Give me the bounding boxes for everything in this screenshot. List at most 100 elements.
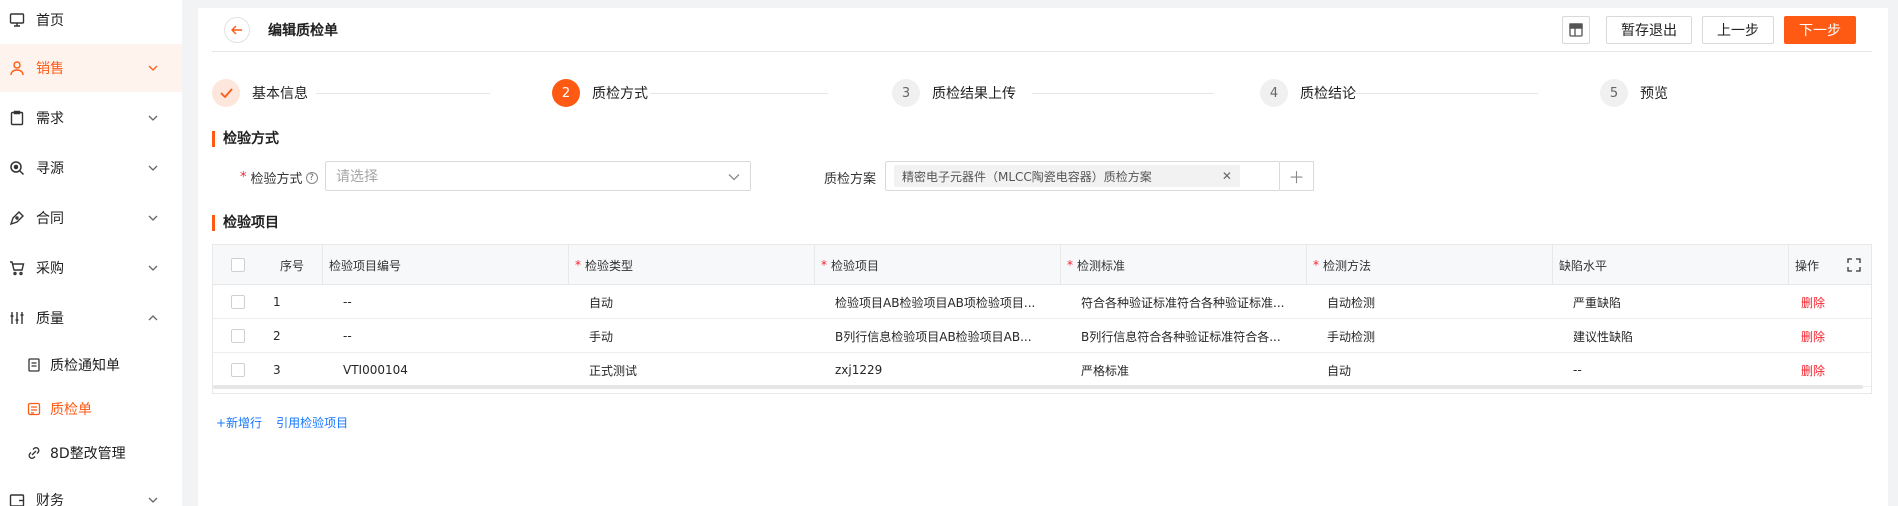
sidebar-item-label: 合同 xyxy=(36,211,64,227)
add-scheme-button[interactable]: ＋ xyxy=(1280,161,1314,191)
cell-code: VTI000104 xyxy=(343,363,408,377)
layout-toggle-button[interactable] xyxy=(1562,16,1590,44)
row-checkbox[interactable] xyxy=(231,295,245,309)
cell-type: 自动 xyxy=(589,295,614,310)
cell-item: B列行信息检验项目AB检验项目AB... xyxy=(835,329,1032,344)
row-checkbox[interactable] xyxy=(231,329,245,343)
save-exit-button[interactable]: 暂存退出 xyxy=(1606,16,1692,44)
sidebar-subitem-inspection-sheet[interactable]: 质检单 xyxy=(0,389,182,429)
step-conclusion[interactable]: 4 质检结论 xyxy=(1260,76,1356,110)
column-header-item: * 检验项目 xyxy=(815,245,1061,285)
close-icon[interactable]: ✕ xyxy=(1222,169,1232,183)
page-title: 编辑质检单 xyxy=(268,22,338,39)
cell-standard: B列行信息符合各种验证标准符合各... xyxy=(1081,329,1281,344)
sidebar-item-quality[interactable]: 质量 xyxy=(0,294,182,342)
step-connector xyxy=(1032,93,1214,94)
user-icon xyxy=(8,59,26,77)
sidebar-item-label: 质量 xyxy=(36,311,64,327)
step-inspection-method[interactable]: 2 质检方式 xyxy=(552,76,648,110)
row-checkbox[interactable] xyxy=(231,363,245,377)
pen-icon xyxy=(8,209,26,227)
add-row-link[interactable]: +新增行 xyxy=(216,414,262,431)
step-number: 4 xyxy=(1260,79,1288,107)
column-header-standard: * 检测标准 xyxy=(1061,245,1307,285)
scheme-label: 质检方案 xyxy=(824,172,877,187)
sidebar-subitem-label: 质检单 xyxy=(50,402,92,418)
step-number: 2 xyxy=(552,79,580,107)
scheme-select[interactable]: 精密电子元器件（MLCC陶瓷电容器）质检方案 ✕ xyxy=(885,161,1280,191)
sliders-icon xyxy=(8,309,26,327)
checklist-icon xyxy=(26,401,42,417)
layout-icon xyxy=(1569,23,1583,37)
horizontal-scrollbar[interactable] xyxy=(213,385,1863,389)
arrow-left-icon xyxy=(231,25,242,34)
cart-icon xyxy=(8,259,26,277)
cell-standard: 严格标准 xyxy=(1081,363,1130,378)
prev-step-button[interactable]: 上一步 xyxy=(1702,16,1774,44)
sidebar-item-label: 采购 xyxy=(36,261,64,277)
step-connector xyxy=(1350,93,1538,94)
cell-level: 建议性缺陷 xyxy=(1573,329,1634,344)
chevron-down-icon xyxy=(728,169,740,185)
sidebar-item-label: 首页 xyxy=(36,13,64,29)
method-select-placeholder: 请选择 xyxy=(336,169,378,185)
cell-seq: 1 xyxy=(273,295,281,309)
sidebar-item-finance[interactable]: 财务 xyxy=(0,476,182,506)
table-row: 3 VTI000104 正式测试 zxj1229 严格标准 自动 -- 删除 xyxy=(213,353,1871,387)
sidebar-subitem-8d-rectification[interactable]: 8D整改管理 xyxy=(0,433,182,473)
back-button[interactable] xyxy=(224,16,250,43)
cell-seq: 3 xyxy=(273,363,281,377)
sidebar: 首页 销售 需求 寻源 合同 采购 质量 质检通知单 质检单 8D整改管理 财务 xyxy=(0,0,182,506)
cell-method: 自动 xyxy=(1327,363,1352,378)
step-connector xyxy=(650,93,828,94)
clipboard-icon xyxy=(8,109,26,127)
column-header-method: * 检测方法 xyxy=(1307,245,1553,285)
sidebar-item-home[interactable]: 首页 xyxy=(0,0,182,44)
monitor-icon xyxy=(8,11,26,29)
link-icon xyxy=(26,445,42,461)
sidebar-subitem-label: 8D整改管理 xyxy=(50,446,126,462)
step-label: 预览 xyxy=(1640,86,1668,102)
cell-code: -- xyxy=(343,295,352,309)
method-select[interactable]: 请选择 xyxy=(325,161,751,191)
sidebar-item-label: 需求 xyxy=(36,111,64,127)
cell-standard: 符合各种验证标准符合各种验证标准... xyxy=(1081,295,1285,310)
sidebar-item-purchase[interactable]: 采购 xyxy=(0,244,182,292)
scheme-tag: 精密电子元器件（MLCC陶瓷电容器）质检方案 ✕ xyxy=(894,165,1240,187)
step-basic-info[interactable]: 基本信息 xyxy=(212,76,308,110)
step-result-upload[interactable]: 3 质检结果上传 xyxy=(892,76,1016,110)
step-number: 3 xyxy=(892,79,920,107)
cell-type: 手动 xyxy=(589,329,614,344)
next-step-button[interactable]: 下一步 xyxy=(1784,16,1856,44)
sidebar-item-sales[interactable]: 销售 xyxy=(0,44,182,92)
sidebar-item-sourcing[interactable]: 寻源 xyxy=(0,144,182,192)
document-icon xyxy=(26,357,42,373)
check-icon xyxy=(212,79,240,107)
help-icon[interactable]: ? xyxy=(305,171,318,184)
step-preview[interactable]: 5 预览 xyxy=(1600,76,1668,110)
step-label: 基本信息 xyxy=(252,86,308,102)
step-label: 质检方式 xyxy=(592,86,648,102)
step-label: 质检结论 xyxy=(1300,86,1356,102)
header-checkbox-cell: 序号 xyxy=(213,245,323,285)
sidebar-item-contract[interactable]: 合同 xyxy=(0,194,182,242)
plus-icon: ＋ xyxy=(1288,168,1305,187)
cell-method: 手动检测 xyxy=(1327,329,1376,344)
reference-items-link[interactable]: 引用检验项目 xyxy=(276,414,348,431)
search-icon xyxy=(8,159,26,177)
delete-link[interactable]: 删除 xyxy=(1801,319,1825,353)
select-all-checkbox[interactable] xyxy=(231,258,245,272)
step-number: 5 xyxy=(1600,79,1628,107)
column-header: 检验项目编号 xyxy=(323,245,569,285)
cell-seq: 2 xyxy=(273,329,281,343)
fullscreen-icon[interactable] xyxy=(1847,258,1861,272)
main-panel: 编辑质检单 暂存退出 上一步 下一步 基本信息 2 质检方式 3 质检结果上传 xyxy=(198,8,1888,506)
cell-type: 正式测试 xyxy=(589,363,638,378)
cell-code: -- xyxy=(343,329,352,343)
chevron-down-icon xyxy=(144,165,162,171)
delete-link[interactable]: 删除 xyxy=(1801,353,1825,387)
delete-link[interactable]: 删除 xyxy=(1801,285,1825,319)
sidebar-item-demand[interactable]: 需求 xyxy=(0,94,182,142)
sidebar-subitem-inspection-notice[interactable]: 质检通知单 xyxy=(0,345,182,385)
column-header: 序号 xyxy=(280,258,305,273)
